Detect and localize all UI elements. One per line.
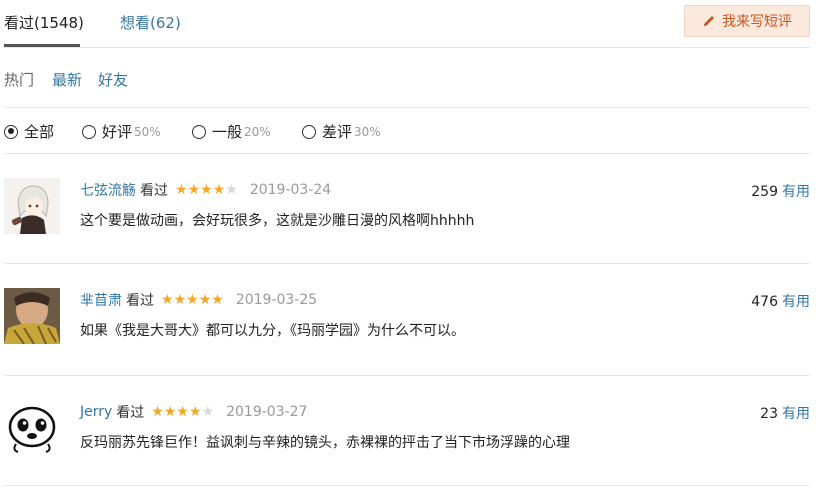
meme-face-avatar-icon xyxy=(4,400,60,456)
star-icon: ★ xyxy=(187,182,201,198)
comment-item: 芈苜肃 看过 ★ ★ ★ ★ ★ 2019-03-25 476 有用 如果《我是大哥大》都… xyxy=(4,264,810,376)
filter-all[interactable]: 全部 xyxy=(4,121,54,142)
write-comment-label: 我来写短评 xyxy=(722,14,792,30)
comment-date: 2019-03-25 xyxy=(235,292,318,308)
comment-meta: 七弦流觞 看过 ★ ★ ★ ★ ★ 2019-03-24 xyxy=(80,180,331,200)
filter-label: 一般 xyxy=(212,123,243,141)
vote-count: 476 xyxy=(751,294,778,310)
useful-button[interactable]: 有用 xyxy=(782,406,810,422)
pencil-icon xyxy=(704,16,714,26)
rating-filter: 全部 好评 50% 一般 20% 差评 30% xyxy=(4,110,810,154)
star-icon: ★ xyxy=(176,404,189,420)
watch-status: 看过 xyxy=(116,405,145,421)
man-scarf-avatar-icon xyxy=(4,288,60,344)
avatar[interactable] xyxy=(4,400,60,456)
filter-bad[interactable]: 差评 30% xyxy=(302,121,381,142)
comment-date: 2019-03-24 xyxy=(249,182,332,198)
avatar[interactable] xyxy=(4,178,60,234)
comment-tabs: 看过(1548) 想看(62) 我来写短评 xyxy=(4,0,810,48)
comment-username[interactable]: 芈苜肃 xyxy=(80,290,122,310)
tab-want[interactable]: 想看(62) xyxy=(120,12,181,33)
rating-stars: ★ ★ ★ ★ ★ xyxy=(151,405,214,419)
star-icon: ★ xyxy=(161,292,174,308)
radio-checked-icon xyxy=(4,124,18,139)
comment-votes: 259 有用 xyxy=(751,181,810,201)
watch-status: 看过 xyxy=(126,293,154,309)
comment-item: Jerry 看过 ★ ★ ★ ★ ★ 2019-03-27 23 有用 反玛丽苏先锋巨作！… xyxy=(4,376,810,486)
short-comments-panel: 看过(1548) 想看(62) 我来写短评 热门 最新 好友 全部 好评 50% xyxy=(0,0,830,490)
comment-text: 反玛丽苏先锋巨作！益讽刺与辛辣的镜头，赤裸裸的抨击了当下市场浮躁的心理 xyxy=(80,435,570,451)
comment-username[interactable]: 七弦流觞 xyxy=(80,180,136,200)
star-icon: ★ xyxy=(200,182,213,198)
star-icon: ★ xyxy=(186,292,199,308)
radio-icon xyxy=(82,124,96,139)
active-tab-indicator xyxy=(4,44,80,47)
vote-count: 23 xyxy=(760,406,778,422)
filter-medium[interactable]: 一般 20% xyxy=(192,121,271,142)
star-icon: ★ xyxy=(212,182,226,198)
comment-votes: 23 有用 xyxy=(760,403,810,423)
comment-username[interactable]: Jerry xyxy=(80,404,112,420)
comment-text: 如果《我是大哥大》都可以九分，《玛丽学园》为什么不可以。 xyxy=(80,323,465,339)
watch-status: 看过 xyxy=(140,183,168,199)
filter-percent: 20% xyxy=(244,124,271,139)
write-comment-button[interactable]: 我来写短评 xyxy=(684,5,810,37)
radio-icon xyxy=(192,124,206,139)
useful-button[interactable]: 有用 xyxy=(782,184,810,200)
avatar[interactable] xyxy=(4,288,60,344)
filter-label: 全部 xyxy=(24,123,55,141)
sort-newest-link[interactable]: 最新 xyxy=(52,69,82,90)
girl-anime-avatar-icon xyxy=(4,178,60,234)
tab-watched[interactable]: 看过(1548) xyxy=(4,12,84,33)
star-icon: ★ xyxy=(201,404,215,420)
rating-stars: ★ ★ ★ ★ ★ xyxy=(161,293,224,307)
comment-votes: 476 有用 xyxy=(751,291,810,311)
sort-hot: 热门 xyxy=(4,71,35,89)
star-icon: ★ xyxy=(151,404,164,420)
star-icon: ★ xyxy=(163,404,177,420)
star-icon: ★ xyxy=(225,182,238,198)
star-icon: ★ xyxy=(211,292,224,308)
star-icon: ★ xyxy=(173,292,187,308)
star-icon: ★ xyxy=(198,292,212,308)
radio-icon xyxy=(302,124,316,139)
star-icon: ★ xyxy=(188,404,202,420)
useful-button[interactable]: 有用 xyxy=(782,294,810,310)
rating-stars: ★ ★ ★ ★ ★ xyxy=(175,183,238,197)
sort-options: 热门 最新 好友 xyxy=(4,66,810,108)
sort-friends-link[interactable]: 好友 xyxy=(98,69,128,90)
vote-count: 259 xyxy=(751,184,778,200)
comment-date: 2019-03-27 xyxy=(226,404,308,420)
comment-meta: Jerry 看过 ★ ★ ★ ★ ★ 2019-03-27 xyxy=(80,402,307,422)
star-icon: ★ xyxy=(175,182,188,198)
filter-label: 差评 xyxy=(322,123,353,141)
filter-good[interactable]: 好评 50% xyxy=(82,121,161,142)
filter-percent: 50% xyxy=(134,124,161,139)
comment-meta: 芈苜肃 看过 ★ ★ ★ ★ ★ 2019-03-25 xyxy=(80,290,317,310)
filter-percent: 30% xyxy=(354,124,381,139)
filter-label: 好评 xyxy=(102,123,133,141)
comment-text: 这个要是做动画，会好玩很多，这就是沙雕日漫的风格啊hhhhh xyxy=(80,213,475,229)
comment-item: 七弦流觞 看过 ★ ★ ★ ★ ★ 2019-03-24 259 有用 这个要是做动画，会… xyxy=(4,154,810,264)
